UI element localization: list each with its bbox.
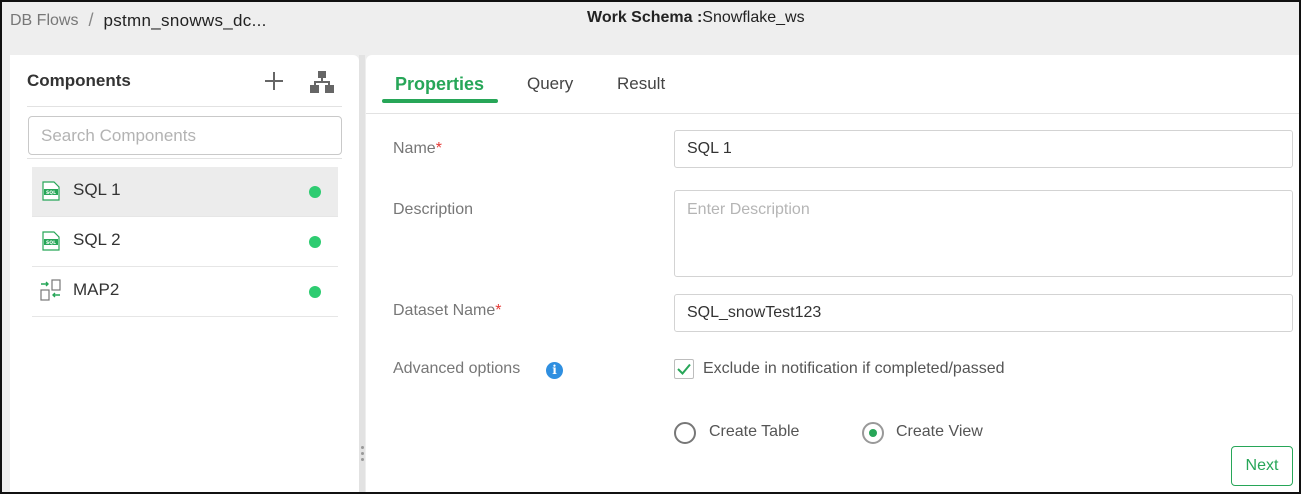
create-view-radio[interactable] <box>862 422 884 444</box>
dataset-name-input[interactable] <box>674 294 1293 332</box>
dataset-name-label: Dataset Name* <box>393 302 502 320</box>
hierarchy-icon <box>310 71 334 93</box>
name-input[interactable] <box>674 130 1293 168</box>
top-header: DB Flows / pstmn_snowws_dc... Work Schem… <box>2 2 1299 52</box>
status-dot <box>309 286 321 298</box>
components-panel: Components Search Components SQL SQL 1 S… <box>10 55 359 492</box>
svg-text:SQL: SQL <box>46 240 56 246</box>
breadcrumb-current-flow: pstmn_snowws_dc... <box>103 10 267 30</box>
create-table-radio[interactable] <box>674 422 696 444</box>
plus-icon <box>265 72 283 90</box>
app-window: DB Flows / pstmn_snowws_dc... Work Schem… <box>0 0 1301 494</box>
create-view-label[interactable]: Create View <box>896 423 983 441</box>
component-item-map2[interactable]: MAP2 <box>32 267 338 317</box>
exclude-notification-checkbox[interactable] <box>674 359 694 379</box>
exclude-notification-label: Exclude in notification if completed/pas… <box>703 360 1005 377</box>
status-dot <box>309 236 321 248</box>
component-label: MAP2 <box>73 280 120 299</box>
add-component-button[interactable] <box>262 69 286 93</box>
create-table-label[interactable]: Create Table <box>709 423 799 441</box>
required-mark: * <box>495 302 502 319</box>
component-item-sql-2[interactable]: SQL SQL 2 <box>32 217 338 267</box>
description-label: Description <box>393 201 474 218</box>
status-dot <box>309 186 321 198</box>
work-schema-label: Work Schema : <box>587 9 703 26</box>
name-label: Name* <box>393 140 442 158</box>
breadcrumb-separator: / <box>88 10 94 30</box>
name-label-text: Name <box>393 140 436 157</box>
components-title: Components <box>27 71 131 90</box>
sql-file-icon: SQL <box>42 181 60 201</box>
advanced-options-label: Advanced options <box>393 360 521 377</box>
tab-bar: Properties Query Result <box>366 55 1299 114</box>
search-divider <box>27 158 342 159</box>
description-textarea[interactable] <box>674 190 1293 277</box>
svg-text:SQL: SQL <box>46 190 56 196</box>
required-mark: * <box>435 140 442 157</box>
properties-panel: Properties Query Result Name* Descriptio… <box>366 55 1299 492</box>
breadcrumb: DB Flows / pstmn_snowws_dc... <box>10 10 267 31</box>
component-label: SQL 1 <box>73 180 121 199</box>
work-schema-value: Snowflake_ws <box>702 9 805 26</box>
breadcrumb-db-flows[interactable]: DB Flows <box>10 12 78 30</box>
panel-splitter[interactable] <box>359 55 365 492</box>
tab-query[interactable]: Query <box>527 74 573 94</box>
checkmark-icon <box>677 363 691 375</box>
sql-file-icon: SQL <box>42 231 60 251</box>
components-list: SQL SQL 1 SQL SQL 2 MAP2 <box>32 167 338 317</box>
info-icon[interactable]: i <box>546 362 563 379</box>
component-label: SQL 2 <box>73 230 121 249</box>
tab-result[interactable]: Result <box>617 74 665 94</box>
component-item-sql-1[interactable]: SQL SQL 1 <box>32 167 338 217</box>
active-tab-indicator <box>382 99 498 103</box>
search-components-input[interactable] <box>28 116 342 155</box>
dataset-name-label-text: Dataset Name <box>393 302 496 319</box>
panel-header-divider <box>27 106 342 107</box>
work-schema: Work Schema :Snowflake_ws <box>587 9 805 27</box>
next-button[interactable]: Next <box>1231 446 1293 486</box>
splitter-grip-icon[interactable] <box>361 446 365 466</box>
tab-properties[interactable]: Properties <box>395 74 484 95</box>
layout-hierarchy-button[interactable] <box>309 69 335 95</box>
map-transfer-icon <box>40 279 61 301</box>
